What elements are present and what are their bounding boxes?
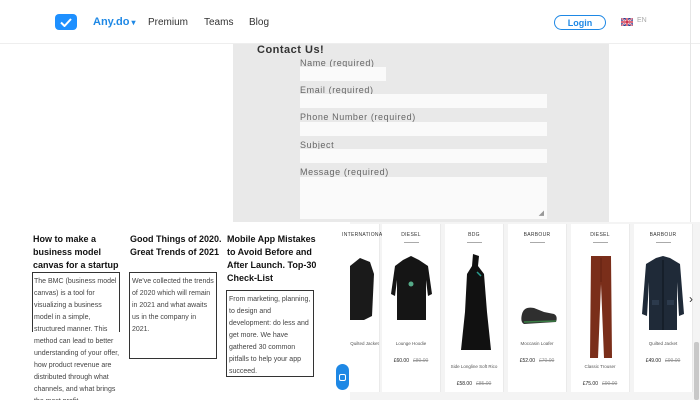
brand-underline (530, 242, 545, 243)
product-brand: INTERNATIONAL (342, 232, 386, 238)
price-old: £99.00 (665, 358, 681, 364)
product-card[interactable]: BARBOUR Quilted Jacket £49.00 £99.00 (634, 224, 693, 392)
price-current: £49.00 (645, 358, 661, 364)
post-excerpt: From marketing, planning, to design and … (229, 296, 311, 375)
price-old: £90.00 (602, 381, 618, 387)
product-price: £75.00 £90.00 (571, 381, 629, 387)
price-current: £58.00 (456, 381, 472, 387)
price-current: £75.00 (582, 381, 598, 387)
price-current: £60.00 (393, 358, 409, 364)
price-old: £80.00 (413, 358, 429, 364)
product-card[interactable]: BDG Side Longline Soft Rico £58.00 £85.00 (445, 224, 504, 392)
contact-title: Contact Us! (257, 44, 325, 56)
product-brand: DIESEL (401, 232, 421, 238)
product-name: Classic Trouser (584, 364, 616, 369)
product-image[interactable] (388, 254, 435, 339)
top-nav: Any.do ▾ Premium Teams Blog Login EN (0, 0, 700, 44)
price-old: £85.00 (476, 381, 492, 387)
product-name: Moccasin Loafer (520, 341, 554, 346)
brand-underline (467, 242, 482, 243)
product-card[interactable]: DIESEL Classic Trouser £75.00 £90.00 (571, 224, 630, 392)
product-brand: BARBOUR (649, 232, 677, 238)
price-current: £52.00 (519, 358, 535, 364)
subject-field[interactable] (300, 149, 547, 163)
product-price: £58.00 £85.00 (445, 381, 503, 387)
product-image[interactable] (577, 254, 624, 365)
chat-icon (339, 373, 346, 381)
anydo-logo-icon[interactable] (55, 14, 77, 30)
product-price: £60.00 £80.00 (382, 358, 440, 364)
chat-widget-button[interactable] (336, 364, 349, 390)
product-image[interactable] (640, 254, 687, 343)
brand-underline (404, 242, 419, 243)
brand-menu[interactable]: Any.do ▾ (93, 16, 135, 28)
product-brand: BDG (468, 232, 480, 238)
product-carousel: INTERNATIONAL Quilted Jacket DIESEL Loun… (342, 222, 700, 400)
brand-underline (593, 242, 608, 243)
message-textarea[interactable]: ◢ (300, 177, 547, 219)
language-code[interactable]: EN (637, 17, 647, 24)
product-name: Lounge Hoodie (395, 341, 427, 346)
nav-link-teams[interactable]: Teams (204, 17, 233, 28)
login-button[interactable]: Login (554, 15, 606, 30)
product-card[interactable]: DIESEL Lounge Hoodie £60.00 £80.00 (382, 224, 441, 392)
product-brand: DIESEL (590, 232, 610, 238)
product-image[interactable] (514, 302, 561, 333)
nav-link-premium[interactable]: Premium (148, 17, 188, 28)
product-price: £52.00 £70.00 (508, 358, 566, 364)
product-image[interactable] (350, 254, 376, 349)
brand-underline (656, 242, 671, 243)
post-excerpt: We've collected the trends of 2020 which… (132, 278, 214, 333)
product-image[interactable] (451, 252, 498, 357)
blog-section: How to make a business model canvas for … (0, 222, 350, 400)
price-old: £70.00 (539, 358, 555, 364)
phone-field[interactable] (300, 122, 547, 136)
email-field[interactable] (300, 94, 547, 108)
brand-label: Any.do (93, 16, 130, 28)
message-label: Message (required) (300, 167, 389, 177)
post-title[interactable]: How to make a business model canvas for … (33, 233, 125, 272)
contact-form: Contact Us! Name (required) Email (requi… (233, 44, 609, 222)
product-price: £49.00 £99.00 (634, 358, 692, 364)
chevron-down-icon: ▾ (131, 18, 136, 27)
resize-handle-icon[interactable]: ◢ (539, 209, 544, 217)
post-title[interactable]: Mobile App Mistakes to Avoid Before and … (227, 233, 319, 285)
product-name: Side Longline Soft Rico (450, 364, 498, 369)
product-card[interactable]: INTERNATIONAL Quilted Jacket (342, 224, 385, 392)
product-name: Quilted Jacket (648, 341, 678, 346)
chevron-right-icon[interactable]: › (689, 292, 693, 306)
phone-label: Phone Number (required) (300, 112, 416, 122)
scrollbar-thumb[interactable] (694, 342, 699, 400)
nav-link-blog[interactable]: Blog (249, 17, 269, 28)
product-name: Quilted Jacket (350, 341, 379, 346)
product-brand: BARBOUR (523, 232, 551, 238)
post-title[interactable]: Good Things of 2020. Great Trends of 202… (130, 233, 225, 259)
uk-flag-icon[interactable] (621, 18, 633, 26)
post-excerpt: The BMC (business model canvas) is a too… (34, 278, 120, 400)
name-field[interactable] (300, 67, 386, 81)
product-card[interactable]: BARBOUR Moccasin Loafer £52.00 £70.00 (508, 224, 567, 392)
